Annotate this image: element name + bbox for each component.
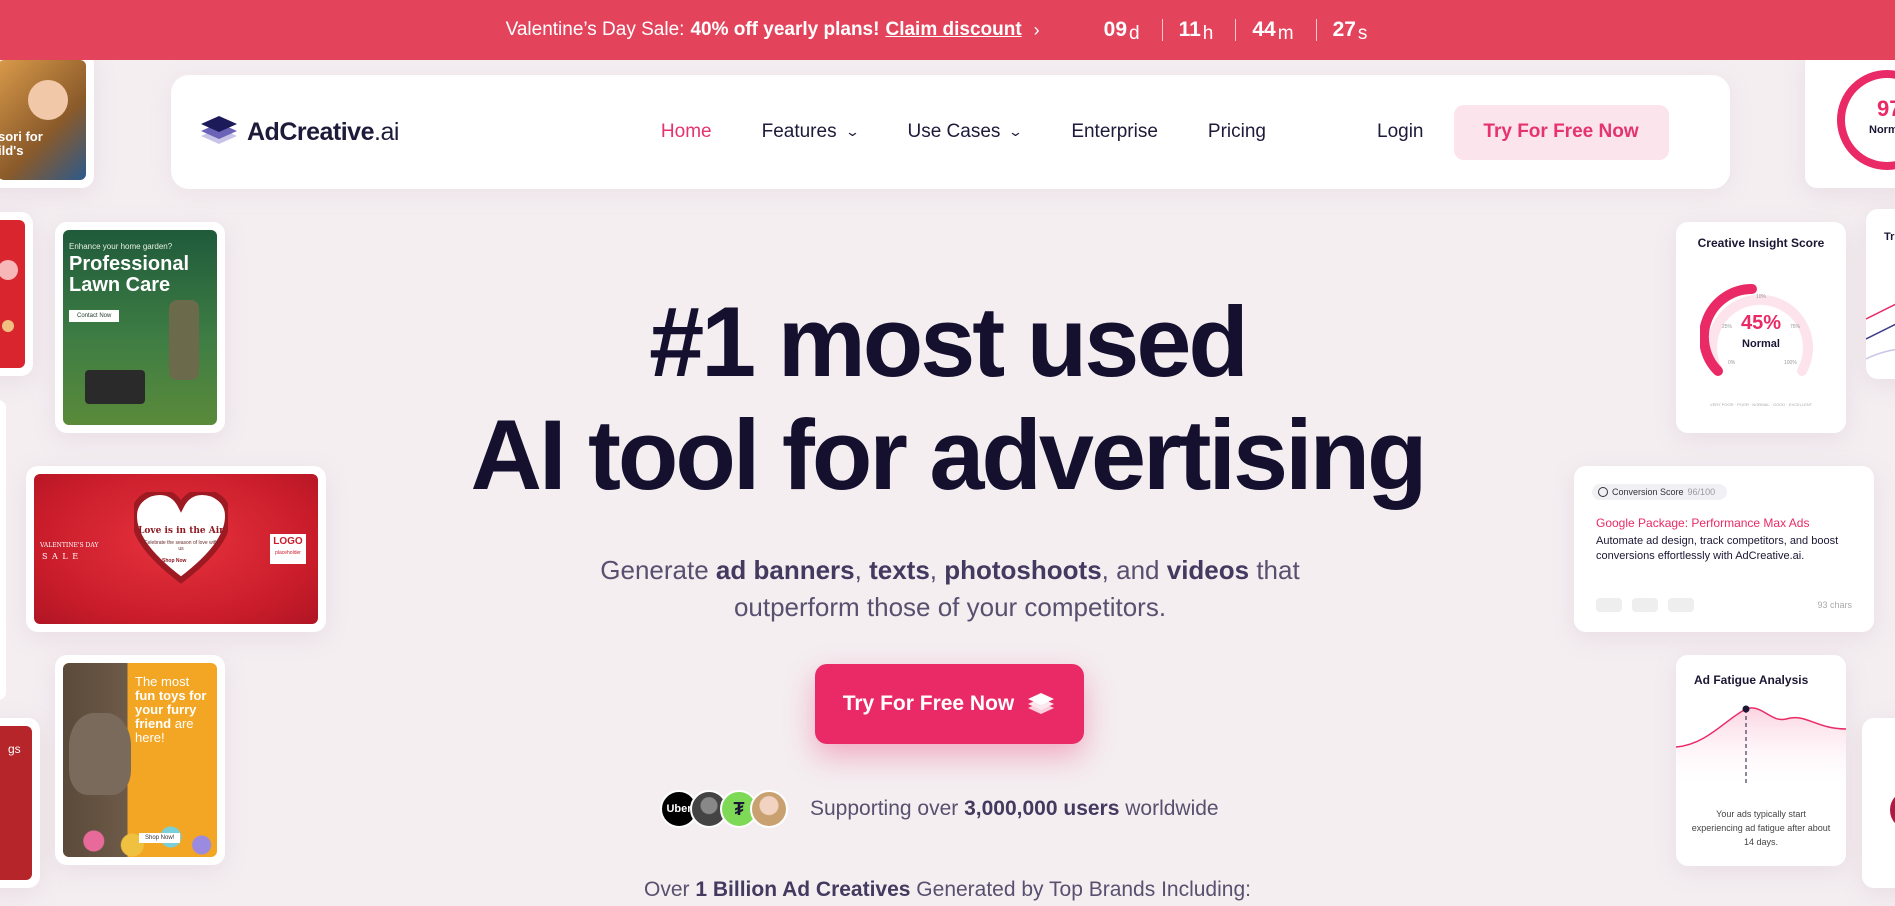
social-proof: Uber ₮ Supporting over 3,000,000 users w… [660,790,1219,828]
layers-icon [1026,689,1056,719]
hero-subheading: Generate ad banners, texts, photoshoots,… [600,555,1300,622]
ad-card-montessori-text: sori for ild's [0,129,43,158]
nav-pricing[interactable]: Pricing [1208,121,1266,143]
nav-features[interactable]: Features ⌄ [762,121,860,143]
promo-bar: Valentine’s Day Sale: 40% off yearly pla… [0,0,1895,60]
nav-use-cases[interactable]: Use Cases ⌄ [907,121,1024,143]
countdown-timer: 09 d 11 h 44 m 27 s [1088,18,1390,44]
ad-card-dog-text: The most fun toys for your furry friend … [135,674,207,745]
ad-card-valentine-side: VALENTINE'S DAY [40,542,99,549]
chevron-down-icon: ⌄ [844,124,860,139]
countdown-minutes: 44 m [1252,18,1294,44]
login-link[interactable]: Login [1377,121,1424,143]
chevron-right-icon[interactable]: › [1034,20,1040,41]
ad-card-dog-button: Shop Now! [139,833,181,843]
conversion-body: Automate ad design, track competitors, a… [1596,535,1839,562]
logo-layers-icon [199,114,239,150]
user-avatars: Uber ₮ [660,790,788,828]
claim-discount-link[interactable]: Claim discount [885,19,1021,41]
edge-circle-card [1862,718,1895,888]
edge-chart-title: Tr [1884,231,1895,243]
promo-highlight: 40% off yearly plans! [690,19,880,40]
ad-fatigue-body: Your ads typically start experiencing ad… [1691,809,1831,847]
chevron-down-icon: ⌄ [1008,124,1024,139]
brands-intro: Over 1 Billion Ad Creatives Generated by… [644,878,1251,901]
score-card-top-right-value: 97 [1877,96,1895,121]
countdown-seconds: 27 s [1332,18,1368,44]
score-card-top-right-label: Norm [1869,124,1895,136]
countdown-hours: 11 h [1178,18,1214,44]
promo-message: Valentine’s Day Sale: 40% off yearly pla… [506,19,1040,41]
ad-card-partial-text: gs [8,742,21,756]
conversion-title: Google Package: Performance Max Ads [1596,516,1810,530]
ad-card-valentine-heading: Love is in the Air [138,526,224,536]
ad-card-lawn-kicker: Enhance your home garden? [69,242,173,251]
countdown-days: 09 d [1103,18,1140,44]
nav-home[interactable]: Home [661,121,712,143]
ad-fatigue-title: Ad Fatigue Analysis [1694,673,1809,687]
hero-heading-line1: #1 most used [649,286,1249,397]
avatar [750,790,788,828]
conversion-action-pills [1596,598,1694,612]
logo-placeholder: LOGO placeholder [270,534,306,564]
hero-heading: #1 most used AI tool for advertising [0,285,1895,511]
promo-prefix: Valentine’s Day Sale: [505,19,685,40]
main-header: AdCreative.ai Home Features ⌄ Use Cases ⌄ … [171,75,1730,189]
adcreative-logo[interactable]: AdCreative.ai [199,114,399,150]
try-free-header-button[interactable]: Try For Free Now [1453,104,1669,160]
ad-card-left-partial: gs [0,718,40,888]
ad-card-montessori: sori for ild's [0,52,94,188]
ad-card-valentine-body: Celebrate the season of love with us [144,540,218,552]
creative-insight-title: Creative Insight Score [1697,236,1825,250]
hero-heading-line2: AI tool for advertising [470,399,1427,510]
score-card-top-right: 97 Norm [1805,52,1895,188]
social-proof-text: Supporting over 3,000,000 users worldwid… [810,797,1219,820]
conversion-chars: 93 chars [1817,600,1852,610]
ad-fatigue-chart [1676,705,1846,789]
try-free-hero-label: Try For Free Now [842,692,1015,715]
ad-fatigue-card: Ad Fatigue Analysis Your ads typically s… [1676,655,1846,866]
nav-enterprise[interactable]: Enterprise [1071,121,1158,143]
ad-card-dog-toys: The most fun toys for your furry friend … [55,655,225,865]
logo-text: AdCreative.ai [247,117,399,146]
try-free-hero-button[interactable]: Try For Free Now [815,664,1084,744]
ad-card-valentine-button: Shop Now [162,558,187,564]
ad-card-valentine-sale: S A L E [42,552,80,561]
main-menu: Home Features ⌄ Use Cases ⌄ Enterprise Pri… [661,121,1266,143]
